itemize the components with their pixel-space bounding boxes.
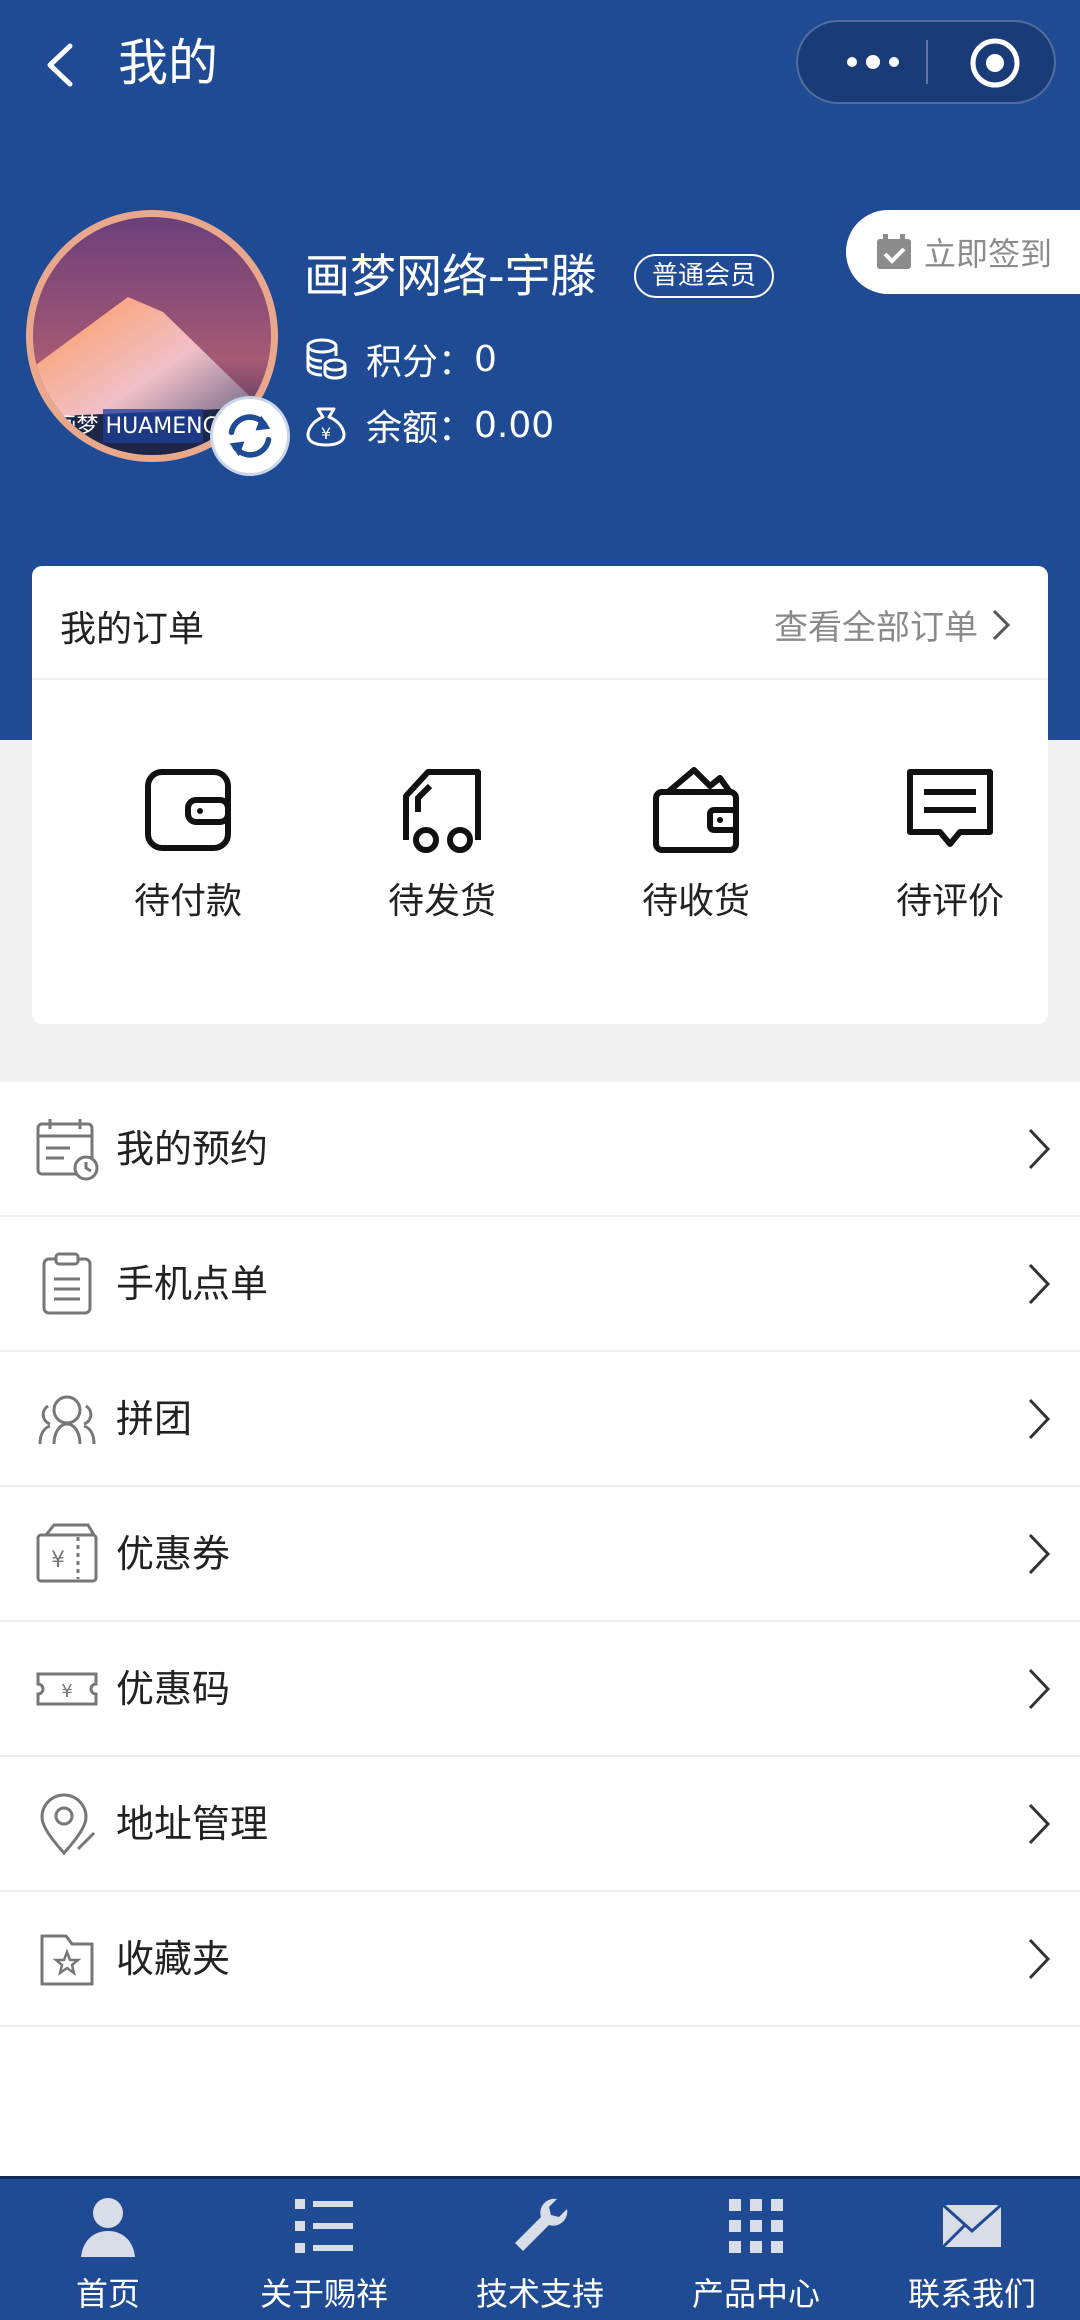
tab-label: 技术支持 — [475, 2275, 604, 2313]
clipboard-icon — [42, 1252, 92, 1315]
menu-item-favorites[interactable]: 收藏夹 — [0, 1892, 1080, 2027]
tab-label: 联系我们 — [907, 2275, 1036, 2313]
page-title: 我的 — [118, 34, 218, 92]
order-status-label: 待付款 — [133, 881, 242, 922]
coupon-icon: ¥ — [36, 1523, 98, 1583]
wrench-icon — [515, 2198, 568, 2251]
chevron-right-icon — [992, 609, 1011, 640]
menu-item-label: 收藏夹 — [116, 1937, 231, 1981]
view-all-orders-link[interactable]: 查看全部订单 — [774, 600, 1014, 649]
close-target-icon[interactable] — [968, 36, 1022, 90]
tab-contact[interactable]: 联系我们 — [864, 2179, 1080, 2320]
balance-row: ¥ 余额： 0.00 — [304, 400, 554, 450]
sign-in-label: 立即签到 — [924, 235, 1053, 273]
menu-item-label: 我的预约 — [116, 1127, 269, 1171]
menu-item-address[interactable]: 地址管理 — [0, 1757, 1080, 1892]
points-row: 积分： 0 — [304, 334, 497, 384]
group-icon — [38, 1395, 96, 1445]
menu-item-label: 拼团 — [116, 1397, 193, 1441]
user-name: 画梦网络-宇滕 — [304, 249, 597, 303]
calendar-clock-icon — [36, 1119, 99, 1181]
order-status-pending-payment[interactable]: 待付款 — [88, 762, 288, 924]
grid-icon — [729, 2199, 783, 2253]
mini-program-capsule — [796, 20, 1056, 104]
member-level-badge: 普通会员 — [634, 254, 775, 298]
switch-account-icon[interactable] — [210, 396, 290, 476]
coins-icon — [306, 338, 347, 380]
divider — [32, 678, 1048, 680]
purse-icon — [653, 767, 739, 853]
svg-text:¥: ¥ — [321, 424, 331, 443]
orders-title: 我的订单 — [60, 609, 205, 650]
menu-item-group-buy[interactable]: 拼团 — [0, 1352, 1080, 1487]
order-status-pending-review[interactable]: 待评价 — [850, 762, 1050, 924]
svg-text:¥: ¥ — [51, 1548, 65, 1573]
chevron-right-icon — [1028, 1398, 1051, 1440]
wallet-icon — [145, 769, 231, 851]
more-icon[interactable] — [828, 22, 918, 102]
view-all-orders-label: 查看全部订单 — [774, 608, 978, 648]
order-status-label: 待发货 — [387, 881, 496, 922]
tab-home[interactable]: 首页 — [0, 2179, 216, 2320]
menu-item-appointments[interactable]: 我的预约 — [0, 1082, 1080, 1217]
tab-products[interactable]: 产品中心 — [648, 2179, 864, 2320]
chevron-right-icon — [1028, 1803, 1051, 1845]
chevron-right-icon — [1028, 1533, 1051, 1575]
menu-item-mobile-order[interactable]: 手机点单 — [0, 1217, 1080, 1352]
balance-label: 余额： — [366, 408, 475, 449]
ticket-icon: ¥ — [36, 1672, 98, 1706]
mail-icon — [941, 2203, 1003, 2249]
menu-item-promo-code[interactable]: ¥ 优惠码 — [0, 1622, 1080, 1757]
order-status-label: 待收货 — [641, 881, 750, 922]
chevron-right-icon — [1028, 1128, 1051, 1170]
tab-label: 首页 — [75, 2275, 140, 2313]
menu-item-label: 地址管理 — [116, 1802, 269, 1846]
menu-item-label: 手机点单 — [116, 1262, 269, 1306]
bottom-tab-bar: 首页 关于赐祥 技术支持 产品中心 联系我们 — [0, 2176, 1080, 2320]
favorites-folder-icon — [40, 1934, 94, 1986]
orders-card: 我的订单 查看全部订单 待付款 待发货 待收货 待评价 — [32, 566, 1048, 1024]
list-icon — [295, 2199, 353, 2253]
tab-label: 产品中心 — [691, 2275, 820, 2313]
tab-tech-support[interactable]: 技术支持 — [432, 2179, 648, 2320]
points-value: 0 — [474, 338, 497, 380]
menu-item-label: 优惠码 — [116, 1667, 231, 1711]
menu-item-label: 优惠券 — [116, 1532, 231, 1576]
back-arrow-icon[interactable] — [36, 30, 92, 100]
calendar-check-icon — [877, 234, 911, 269]
order-status-pending-shipment[interactable]: 待发货 — [342, 762, 542, 924]
balance-value: 0.00 — [474, 404, 555, 446]
tab-label: 关于赐祥 — [259, 2275, 388, 2313]
order-status-pending-receipt[interactable]: 待收货 — [596, 762, 796, 924]
chevron-right-icon — [1028, 1668, 1051, 1710]
order-status-label: 待评价 — [895, 881, 1004, 922]
user-icon — [81, 2198, 135, 2257]
comment-icon — [907, 769, 993, 847]
location-pin-icon — [40, 1793, 96, 1856]
tab-about[interactable]: 关于赐祥 — [216, 2179, 432, 2320]
money-bag-icon: ¥ — [306, 407, 346, 447]
menu-item-coupons[interactable]: ¥ 优惠券 — [0, 1487, 1080, 1622]
svg-text:¥: ¥ — [61, 1681, 72, 1702]
points-label: 积分： — [366, 342, 475, 383]
sign-in-button[interactable]: 立即签到 — [846, 210, 1080, 294]
capsule-divider — [926, 40, 928, 84]
truck-icon — [403, 769, 481, 853]
chevron-right-icon — [1028, 1938, 1051, 1980]
chevron-right-icon — [1028, 1263, 1051, 1305]
menu-list: 我的预约 手机点单 拼团 ¥ 优惠券 ¥ 优惠码 地址管理 收藏夹 — [0, 1082, 1080, 2027]
